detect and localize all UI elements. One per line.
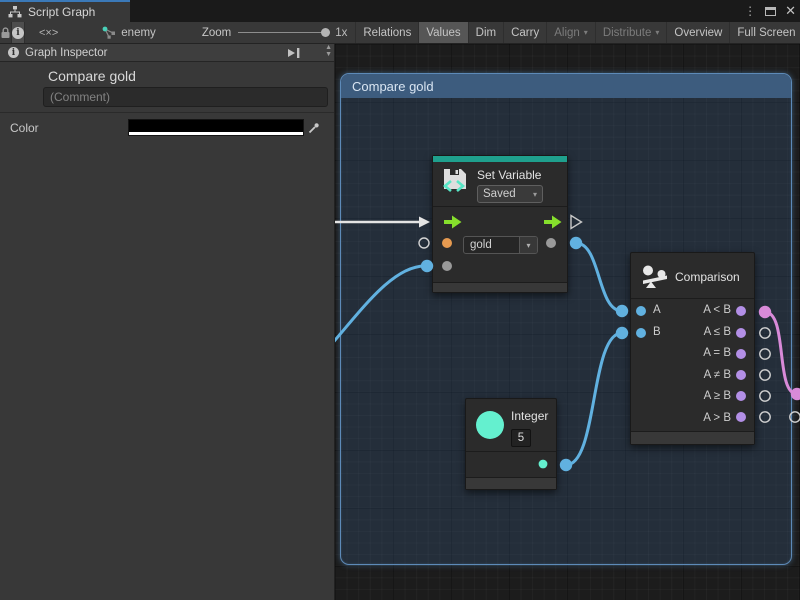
carry-button[interactable]: Carry — [504, 22, 547, 43]
output-port-label: A = B — [703, 347, 731, 359]
dock-panel-icon[interactable] — [287, 47, 302, 62]
graph-inspector-title: Graph Inspector — [25, 47, 107, 59]
spinner-up-icon[interactable]: ▲ — [325, 44, 332, 51]
variable-kind-dropdown[interactable]: Saved ▾ — [477, 185, 543, 203]
graph-title: Compare gold — [48, 68, 136, 84]
comparison-port-rows: A A < B B A ≤ B A = B A ≠ B A ≥ B — [631, 300, 754, 429]
lock-icon — [0, 27, 11, 39]
overview-button[interactable]: Overview — [667, 22, 730, 43]
variable-name-value: gold — [464, 239, 519, 251]
divider — [466, 451, 556, 452]
info-icon: i — [12, 27, 24, 39]
node-title: Comparison — [675, 270, 740, 284]
code-view-button[interactable]: <×> — [25, 22, 72, 43]
script-graph-window: Script Graph ⋮ ✕ i <×> enemy — [0, 0, 800, 600]
node-title: Integer — [511, 409, 548, 423]
chevron-down-icon: ▾ — [584, 28, 588, 37]
distribute-label: Distribute — [603, 27, 652, 39]
wire-endpoint — [791, 388, 800, 400]
divider — [0, 112, 334, 113]
node-title: Set Variable — [477, 168, 541, 182]
maximize-icon[interactable] — [765, 7, 776, 16]
graph-canvas[interactable]: Compare gold Set Variable Saved ▾ — [335, 44, 800, 600]
input-port-label-b: B — [653, 326, 661, 338]
port-row: A = B — [631, 343, 754, 365]
output-port-label: A > B — [703, 412, 731, 424]
node-footer — [631, 431, 754, 444]
node-footer — [466, 477, 556, 489]
graph-inspector-panel: i Graph Inspector ▲ ▼ Compare gold Color — [0, 44, 335, 600]
group-title: Compare gold — [352, 79, 434, 94]
zoom-slider-knob[interactable] — [321, 28, 330, 37]
window-menu-icon[interactable]: ⋮ — [744, 4, 756, 18]
node-accent-strip — [433, 156, 567, 162]
output-port-label: A ≤ B — [704, 326, 731, 338]
group-header[interactable]: Compare gold — [341, 74, 791, 98]
port-row: A A < B — [631, 300, 754, 322]
chevron-down-icon: ▾ — [533, 190, 537, 199]
lock-button[interactable] — [0, 22, 12, 43]
spinner-down-icon[interactable]: ▼ — [325, 51, 332, 58]
port-row: A ≠ B — [631, 365, 754, 387]
panel-spinner[interactable]: ▲ ▼ — [325, 44, 332, 58]
zoom-label: Zoom — [202, 27, 231, 39]
output-port-label: A < B — [703, 304, 731, 316]
align-dropdown[interactable]: Align ▾ — [547, 22, 596, 43]
port-row: A > B — [631, 408, 754, 430]
zoom-slider[interactable] — [238, 32, 328, 33]
relations-button[interactable]: Relations — [355, 22, 419, 43]
chevron-down-icon: ▾ — [655, 28, 659, 37]
distribute-dropdown[interactable]: Distribute ▾ — [596, 22, 668, 43]
color-label: Color — [10, 121, 39, 135]
zoom-value: 1x — [335, 27, 347, 39]
inspector-toggle-button[interactable]: i — [12, 22, 25, 43]
eyedropper-button[interactable] — [305, 119, 323, 136]
graph-toolbar: i <×> enemy Zoom 1x Relations Values Dim… — [0, 22, 800, 44]
titlebar: Script Graph ⋮ ✕ — [0, 0, 800, 22]
input-port-label-a: A — [653, 304, 661, 316]
eyedropper-icon — [308, 122, 320, 134]
color-swatch[interactable] — [128, 119, 304, 136]
info-icon: i — [8, 47, 19, 58]
tab-label: Script Graph — [28, 5, 95, 19]
output-port-label: A ≥ B — [704, 390, 731, 402]
tab-script-graph[interactable]: Script Graph — [0, 0, 130, 22]
node-comparison[interactable]: Comparison A A < B B A ≤ B A = B — [630, 252, 755, 445]
graph-reference[interactable]: enemy — [72, 22, 166, 43]
color-field-row: Color — [0, 116, 334, 140]
node-footer — [433, 282, 567, 292]
alpha-strip — [129, 132, 303, 135]
graph-reference-label: enemy — [121, 27, 156, 39]
port-row: B A ≤ B — [631, 322, 754, 344]
dim-button[interactable]: Dim — [469, 22, 504, 43]
zoom-control: Zoom 1x — [166, 22, 356, 43]
comment-input[interactable] — [43, 87, 328, 107]
graph-asset-icon — [102, 26, 116, 39]
chevron-down-icon[interactable]: ▾ — [519, 237, 537, 253]
close-icon[interactable]: ✕ — [785, 3, 796, 19]
align-label: Align — [554, 27, 580, 39]
script-graph-icon — [8, 5, 22, 19]
variable-name-dropdown[interactable]: gold ▾ — [463, 236, 538, 254]
save-variable-icon — [442, 167, 472, 199]
output-port-label: A ≠ B — [704, 369, 731, 381]
graph-inspector-header[interactable]: i Graph Inspector ▲ ▼ — [0, 44, 334, 62]
node-integer[interactable]: Integer 5 — [465, 398, 557, 490]
port-row: A ≥ B — [631, 386, 754, 408]
fullscreen-button[interactable]: Full Screen — [730, 22, 800, 43]
divider — [631, 298, 754, 299]
divider — [433, 206, 567, 207]
integer-literal-icon — [476, 411, 504, 439]
node-set-variable[interactable]: Set Variable Saved ▾ gold ▾ — [432, 155, 568, 293]
integer-value-field[interactable]: 5 — [511, 429, 531, 447]
comparison-scale-icon — [641, 264, 669, 291]
variable-kind-value: Saved — [483, 188, 516, 200]
values-button[interactable]: Values — [419, 22, 468, 43]
